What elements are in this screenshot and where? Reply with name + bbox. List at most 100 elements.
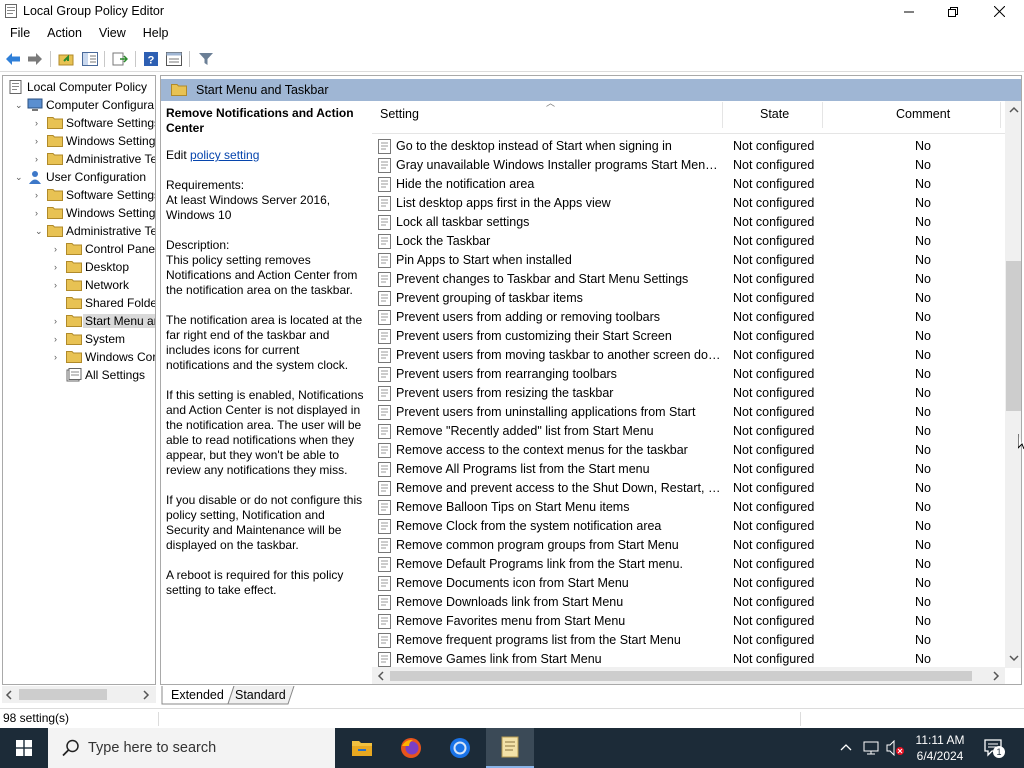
- column-divider[interactable]: [1000, 102, 1001, 128]
- setting-name: Prevent users from moving taskbar to ano…: [396, 348, 724, 362]
- menu-view[interactable]: View: [89, 24, 133, 44]
- folder-icon: [47, 152, 63, 166]
- taskbar-firefox[interactable]: [387, 728, 435, 768]
- setting-row[interactable]: Gray unavailable Windows Installer progr…: [372, 156, 1002, 175]
- column-divider[interactable]: [822, 102, 823, 128]
- expand-arrow-icon[interactable]: ›: [35, 207, 45, 219]
- console-tree[interactable]: Local Computer Policy ⌄ Computer Configura…: [2, 75, 156, 685]
- setting-row[interactable]: Remove "Recently added" list from Start …: [372, 422, 1002, 441]
- tab-standard[interactable]: Standard: [235, 686, 286, 704]
- forward-button[interactable]: [26, 50, 44, 68]
- collapse-arrow-icon[interactable]: ⌄: [35, 225, 45, 237]
- setting-row[interactable]: Hide the notification area Not configured…: [372, 175, 1002, 194]
- menu-help[interactable]: Help: [133, 24, 176, 44]
- taskbar-file-explorer[interactable]: [338, 728, 386, 768]
- column-header-comment[interactable]: Comment: [896, 107, 950, 121]
- edit-policy-setting-link[interactable]: policy setting: [190, 148, 259, 162]
- network-icon[interactable]: [862, 740, 880, 756]
- expand-arrow-icon[interactable]: ›: [35, 189, 45, 201]
- policy-setting-icon: [378, 500, 391, 515]
- setting-row[interactable]: Pin Apps to Start when installed Not conf…: [372, 251, 1002, 270]
- show-hide-tree-button[interactable]: [81, 50, 99, 68]
- taskbar-search-box[interactable]: Type here to search: [48, 728, 335, 768]
- help-button[interactable]: ?: [142, 50, 160, 68]
- tree-horizontal-scrollbar[interactable]: [2, 686, 156, 703]
- column-header-setting[interactable]: Setting: [380, 107, 419, 121]
- setting-row[interactable]: Remove Downloads link from Start Menu Not…: [372, 593, 1002, 612]
- setting-name: Remove Clock from the system notificatio…: [396, 519, 662, 533]
- setting-comment: No: [915, 348, 931, 362]
- expand-arrow-icon[interactable]: ›: [54, 279, 64, 291]
- setting-row[interactable]: Prevent users from uninstalling applicat…: [372, 403, 1002, 422]
- setting-row[interactable]: Remove frequent programs list from the S…: [372, 631, 1002, 650]
- setting-row[interactable]: Prevent users from rearranging toolbars N…: [372, 365, 1002, 384]
- taskbar-clock[interactable]: 11:11 AM 6/4/2024: [905, 732, 975, 764]
- setting-row[interactable]: Remove All Programs list from the Start …: [372, 460, 1002, 479]
- list-horizontal-scrollbar[interactable]: [372, 667, 1005, 684]
- setting-row[interactable]: Remove access to the context menus for t…: [372, 441, 1002, 460]
- setting-state: Not configured: [733, 614, 815, 628]
- setting-row[interactable]: Remove Documents icon from Start Menu Not…: [372, 574, 1002, 593]
- expand-arrow-icon[interactable]: ›: [35, 135, 45, 147]
- setting-row[interactable]: Prevent grouping of taskbar items Not con…: [372, 289, 1002, 308]
- menu-action[interactable]: Action: [37, 24, 89, 44]
- export-list-button[interactable]: [111, 50, 129, 68]
- setting-row[interactable]: Prevent users from adding or removing to…: [372, 308, 1002, 327]
- list-horizontal-scroll-thumb[interactable]: [390, 671, 972, 681]
- setting-comment: No: [915, 139, 931, 153]
- setting-row[interactable]: Remove common program groups from Start …: [372, 536, 1002, 555]
- start-button[interactable]: [0, 728, 48, 768]
- filter-button[interactable]: [197, 50, 215, 68]
- column-header-state[interactable]: State: [760, 107, 789, 121]
- setting-row[interactable]: Prevent users from moving taskbar to ano…: [372, 346, 1002, 365]
- setting-row[interactable]: Remove Balloon Tips on Start Menu items N…: [372, 498, 1002, 517]
- setting-comment: No: [915, 652, 931, 666]
- scroll-left-icon[interactable]: [377, 671, 385, 681]
- list-vertical-scrollbar[interactable]: [1005, 101, 1021, 668]
- setting-row[interactable]: Remove Favorites menu from Start Menu Not…: [372, 612, 1002, 631]
- setting-row[interactable]: Prevent users from resizing the taskbar N…: [372, 384, 1002, 403]
- scroll-right-icon[interactable]: [992, 671, 1000, 681]
- scroll-down-icon[interactable]: [1009, 654, 1019, 662]
- scroll-left-icon[interactable]: [5, 690, 13, 700]
- column-divider[interactable]: [722, 102, 723, 128]
- tree-scroll-thumb[interactable]: [19, 689, 107, 700]
- collapse-arrow-icon[interactable]: ⌄: [15, 99, 25, 111]
- volume-muted-icon[interactable]: [885, 740, 905, 756]
- back-button[interactable]: [4, 50, 22, 68]
- setting-row[interactable]: Lock the Taskbar Not configured No: [372, 232, 1002, 251]
- scroll-up-icon[interactable]: [1009, 106, 1019, 114]
- expand-arrow-icon[interactable]: ›: [54, 333, 64, 345]
- close-button[interactable]: [976, 0, 1022, 23]
- expand-arrow-icon[interactable]: ›: [54, 315, 64, 327]
- setting-row[interactable]: Prevent users from customizing their Sta…: [372, 327, 1002, 346]
- settings-count: 98 setting(s): [3, 711, 70, 725]
- tab-extended[interactable]: Extended: [171, 686, 224, 704]
- minimize-button[interactable]: [886, 0, 932, 23]
- expand-arrow-icon[interactable]: ›: [54, 261, 64, 273]
- maximize-button[interactable]: [930, 0, 976, 23]
- expand-arrow-icon[interactable]: ›: [35, 117, 45, 129]
- policy-setting-icon: [378, 538, 391, 553]
- collapse-arrow-icon[interactable]: ⌄: [15, 171, 25, 183]
- expand-arrow-icon[interactable]: ›: [54, 351, 64, 363]
- properties-button[interactable]: [165, 50, 183, 68]
- up-one-level-button[interactable]: [57, 50, 75, 68]
- setting-row[interactable]: Remove Clock from the system notificatio…: [372, 517, 1002, 536]
- setting-row[interactable]: List desktop apps first in the Apps view…: [372, 194, 1002, 213]
- description-text: Description: This policy setting removes…: [166, 238, 358, 297]
- show-hidden-icons-chevron[interactable]: [840, 743, 852, 751]
- setting-row[interactable]: Prevent changes to Taskbar and Start Men…: [372, 270, 1002, 289]
- setting-row[interactable]: Lock all taskbar settings Not configured N…: [372, 213, 1002, 232]
- expand-arrow-icon[interactable]: ›: [54, 243, 64, 255]
- list-vertical-scroll-thumb[interactable]: [1006, 261, 1021, 411]
- scroll-right-icon[interactable]: [142, 690, 150, 700]
- expand-arrow-icon[interactable]: ›: [35, 153, 45, 165]
- setting-row[interactable]: Go to the desktop instead of Start when …: [372, 137, 1002, 156]
- menu-file[interactable]: File: [0, 24, 37, 44]
- action-center-button[interactable]: 1: [984, 738, 1005, 758]
- taskbar-chrome[interactable]: [436, 728, 484, 768]
- setting-row[interactable]: Remove and prevent access to the Shut Do…: [372, 479, 1002, 498]
- setting-row[interactable]: Remove Default Programs link from the St…: [372, 555, 1002, 574]
- taskbar-policy-editor[interactable]: [486, 728, 534, 768]
